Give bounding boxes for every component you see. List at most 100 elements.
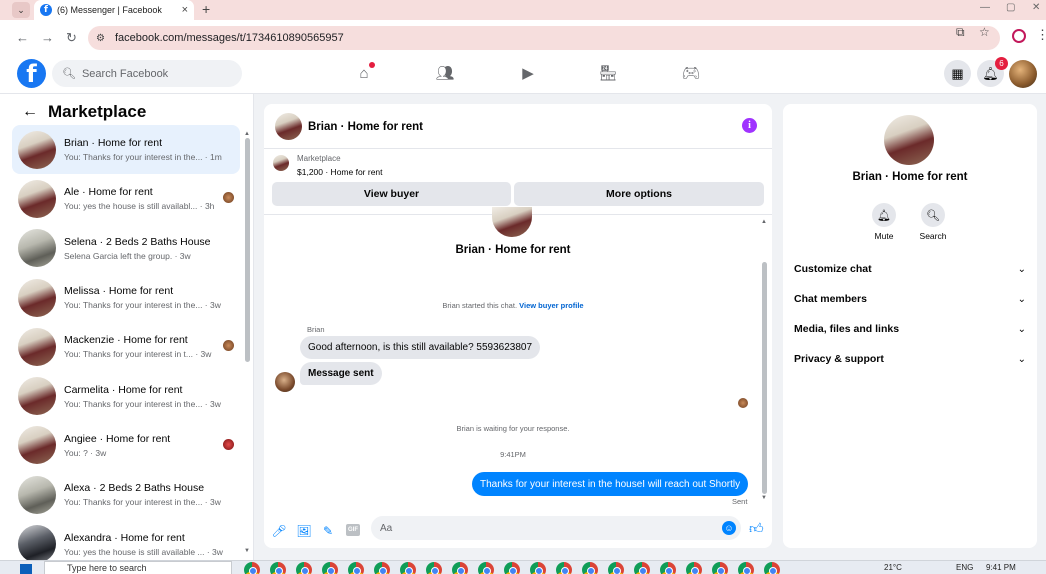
conversation-list-scrollbar[interactable]	[245, 138, 250, 362]
reload-icon[interactable]: ↻	[66, 30, 77, 46]
taskbar-search-input[interactable]: Type here to search	[44, 561, 232, 574]
conversation-preview: You: yes the house is still available ..…	[64, 546, 223, 557]
conversation-avatar	[18, 475, 56, 514]
chrome-taskbar-icon[interactable]	[374, 562, 390, 574]
menu-grid-icon[interactable]: ▦	[944, 60, 971, 87]
listing-summary[interactable]: Marketplace $1,200 · Home for rent	[264, 149, 772, 181]
chrome-taskbar-icon[interactable]	[348, 562, 364, 574]
close-tab-icon[interactable]: ×	[182, 4, 188, 16]
chat-title[interactable]: Brian · Home for rent	[308, 121, 423, 133]
view-buyer-button[interactable]: View buyer	[272, 182, 511, 206]
conversation-item[interactable]: Selena · 2 Beds 2 Baths House Selena Garc…	[12, 224, 240, 273]
sender-avatar[interactable]	[275, 372, 295, 392]
thumbs-up-icon[interactable]: 👍︎	[749, 520, 764, 537]
conversation-item[interactable]: Carmelita · Home for rent You: Thanks for…	[12, 371, 240, 420]
install-app-icon[interactable]: ⧉	[956, 25, 965, 40]
address-bar[interactable]: ⚙ facebook.com/messages/t/17346108905659…	[88, 26, 1000, 50]
friends-icon[interactable]: 👥︎	[434, 62, 456, 84]
message-scrollbar[interactable]	[762, 262, 767, 494]
incoming-message[interactable]: Good afternoon, is this still available?…	[300, 336, 541, 359]
scroll-up-arrow-icon[interactable]: ▲	[761, 219, 767, 225]
conversation-item[interactable]: Brian · Home for rent You: Thanks for you…	[12, 125, 240, 175]
details-avatar[interactable]	[884, 115, 934, 165]
conversation-item[interactable]: Ale · Home for rent You: yes the house is…	[12, 174, 240, 223]
conversation-preview: You: Thanks for your interest in the... …	[64, 300, 221, 311]
microphone-icon[interactable]: 🎤︎	[271, 524, 286, 538]
browser-menu-icon[interactable]: ⋮	[1036, 27, 1046, 43]
new-tab-button[interactable]: +	[202, 1, 210, 17]
search-chat-button[interactable]: 🔍︎ Search	[908, 203, 958, 241]
chrome-taskbar-icon[interactable]	[764, 562, 780, 574]
chrome-taskbar-icon[interactable]	[530, 562, 546, 574]
read-receipt-avatar	[738, 398, 748, 408]
scroll-up-arrow-icon[interactable]: ▲	[244, 131, 250, 137]
video-icon[interactable]: ▶	[517, 62, 539, 84]
conversation-item[interactable]: Melissa · Home for rent You: Thanks for y…	[12, 273, 240, 322]
chat-members-section[interactable]: Chat members ⌄	[794, 288, 1026, 310]
chrome-taskbar-icon[interactable]	[608, 562, 624, 574]
sticker-icon[interactable]: ✎	[321, 524, 335, 538]
back-arrow-icon[interactable]: ←	[22, 103, 38, 121]
minimize-icon[interactable]: —	[980, 2, 990, 13]
bookmark-star-icon[interactable]: ☆	[979, 25, 990, 39]
chrome-taskbar-icon[interactable]	[400, 562, 416, 574]
account-avatar[interactable]	[1009, 60, 1037, 88]
attach-photo-icon[interactable]: 🖼︎	[296, 524, 311, 538]
chrome-taskbar-icon[interactable]	[634, 562, 650, 574]
info-icon[interactable]: i	[742, 118, 757, 133]
view-buyer-profile-link[interactable]: View buyer profile	[519, 301, 583, 310]
chrome-taskbar-icon[interactable]	[322, 562, 338, 574]
marketplace-icon[interactable]: 🏪︎	[597, 62, 619, 84]
media-files-links-section[interactable]: Media, files and links ⌄	[794, 318, 1026, 340]
listing-label: Marketplace	[297, 154, 341, 163]
browser-tab[interactable]: f (6) Messenger | Facebook ×	[34, 0, 194, 20]
language-indicator[interactable]: ENG	[956, 563, 973, 572]
conversation-item[interactable]: Alexa · 2 Beds 2 Baths House You: Thanks …	[12, 470, 240, 519]
outgoing-message[interactable]: Thanks for your interest in the houseI w…	[472, 472, 749, 496]
scroll-down-arrow-icon[interactable]: ▼	[761, 495, 767, 501]
chrome-taskbar-icon[interactable]	[686, 562, 702, 574]
chrome-taskbar-icon[interactable]	[478, 562, 494, 574]
tab-search-button[interactable]: ⌄	[12, 2, 30, 18]
customize-chat-section[interactable]: Customize chat ⌄	[794, 258, 1026, 280]
conversation-avatar	[18, 327, 56, 366]
gaming-icon[interactable]: 🎮︎	[680, 62, 702, 84]
browser-profile-icon[interactable]	[1012, 29, 1026, 43]
message-input[interactable]: Aa	[371, 516, 741, 540]
chrome-taskbar-icon[interactable]	[504, 562, 520, 574]
chat-avatar[interactable]	[275, 113, 302, 140]
forward-icon[interactable]: →	[41, 30, 54, 45]
clock-time[interactable]: 9:41 PM	[986, 563, 1016, 572]
incoming-message[interactable]: Message sent	[300, 362, 382, 385]
maximize-icon[interactable]: ▢	[1006, 2, 1015, 13]
chrome-taskbar-icon[interactable]	[660, 562, 676, 574]
chrome-taskbar-icon[interactable]	[712, 562, 728, 574]
conversation-name: Selena · 2 Beds 2 Baths House	[64, 235, 211, 248]
conversation-preview: You: Thanks for your interest in t... · …	[64, 349, 212, 360]
conversation-item[interactable]: Mackenzie · Home for rent You: Thanks for…	[12, 322, 240, 371]
scroll-down-arrow-icon[interactable]: ▼	[244, 548, 250, 554]
gif-icon[interactable]: GIF	[346, 524, 360, 536]
mute-button[interactable]: 🔔︎ Mute	[859, 203, 909, 241]
chrome-taskbar-icon[interactable]	[556, 562, 572, 574]
conversation-text: Alexandra · Home for rent You: yes the ho…	[64, 532, 240, 557]
facebook-search-input[interactable]: 🔍︎ Search Facebook	[52, 60, 242, 87]
search-label: Search	[919, 231, 947, 241]
close-window-icon[interactable]: ✕	[1032, 2, 1040, 13]
chrome-taskbar-icon[interactable]	[296, 562, 312, 574]
back-icon[interactable]: ←	[16, 30, 29, 45]
chrome-taskbar-icon[interactable]	[452, 562, 468, 574]
facebook-logo-icon[interactable]: f	[17, 59, 46, 88]
more-options-button[interactable]: More options	[514, 182, 764, 206]
chrome-taskbar-icon[interactable]	[738, 562, 754, 574]
chrome-taskbar-icon[interactable]	[426, 562, 442, 574]
site-info-icon[interactable]: ⚙	[96, 33, 105, 44]
chrome-taskbar-icon[interactable]	[244, 562, 260, 574]
conversation-text: Brian · Home for rent You: Thanks for you…	[64, 137, 240, 162]
windows-start-icon[interactable]	[20, 564, 32, 574]
chrome-taskbar-icon[interactable]	[582, 562, 598, 574]
conversation-item[interactable]: Angiee · Home for rent You: ? · 3w	[12, 421, 240, 470]
privacy-support-section[interactable]: Privacy & support ⌄	[794, 348, 1026, 370]
emoji-icon[interactable]: ☺	[722, 521, 736, 535]
chrome-taskbar-icon[interactable]	[270, 562, 286, 574]
